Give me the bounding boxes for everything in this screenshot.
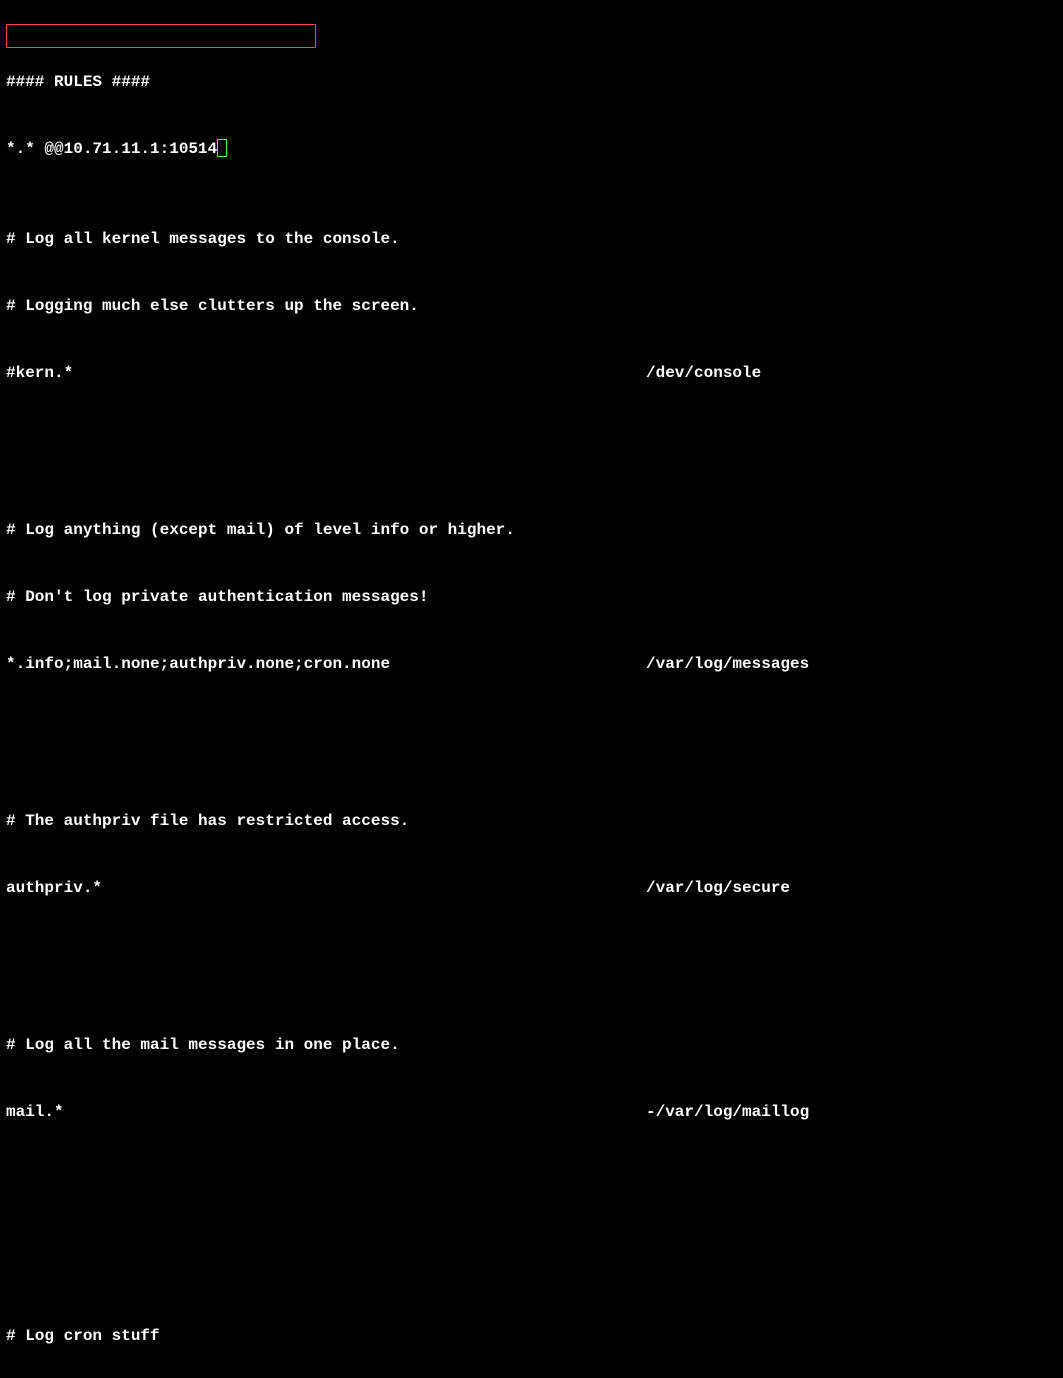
rule-action: /var/log/messages bbox=[646, 653, 1057, 675]
rule-selector: #kern.* bbox=[6, 362, 646, 384]
blank-line bbox=[6, 1168, 1057, 1190]
config-rule: authpriv.*/var/log/secure bbox=[6, 877, 1057, 899]
forward-rule-line: *.* @@10.71.11.1:10514 bbox=[6, 138, 1057, 160]
rule-action: /dev/console bbox=[646, 362, 1057, 384]
config-header: #### RULES #### bbox=[6, 71, 1057, 93]
blank-line bbox=[6, 721, 1057, 743]
rule-action: /var/log/secure bbox=[646, 877, 1057, 899]
terminal-editor[interactable]: #### RULES #### *.* @@10.71.11.1:10514 #… bbox=[6, 4, 1057, 1378]
rule-action: -/var/log/maillog bbox=[646, 1101, 1057, 1123]
blank-line bbox=[6, 429, 1057, 451]
blank-line bbox=[6, 1235, 1057, 1257]
config-rule: #kern.*/dev/console bbox=[6, 362, 1057, 384]
blank-line bbox=[6, 944, 1057, 966]
config-rule: *.info;mail.none;authpriv.none;cron.none… bbox=[6, 653, 1057, 675]
config-rule: mail.*-/var/log/maillog bbox=[6, 1101, 1057, 1123]
rule-selector: authpriv.* bbox=[6, 877, 646, 899]
comment-line: # Log all kernel messages to the console… bbox=[6, 228, 1057, 250]
comment-line: # Log cron stuff bbox=[6, 1325, 1057, 1347]
comment-line: # Log anything (except mail) of level in… bbox=[6, 519, 1057, 541]
comment-line: # Don't log private authentication messa… bbox=[6, 586, 1057, 608]
comment-line: # Logging much else clutters up the scre… bbox=[6, 295, 1057, 317]
rule-selector: *.info;mail.none;authpriv.none;cron.none bbox=[6, 653, 646, 675]
comment-line: # The authpriv file has restricted acces… bbox=[6, 810, 1057, 832]
cursor bbox=[217, 139, 227, 157]
comment-line: # Log all the mail messages in one place… bbox=[6, 1034, 1057, 1056]
rule-selector: mail.* bbox=[6, 1101, 646, 1123]
forward-rule-text: *.* @@10.71.11.1:10514 bbox=[6, 140, 217, 158]
highlight-box bbox=[6, 24, 316, 48]
